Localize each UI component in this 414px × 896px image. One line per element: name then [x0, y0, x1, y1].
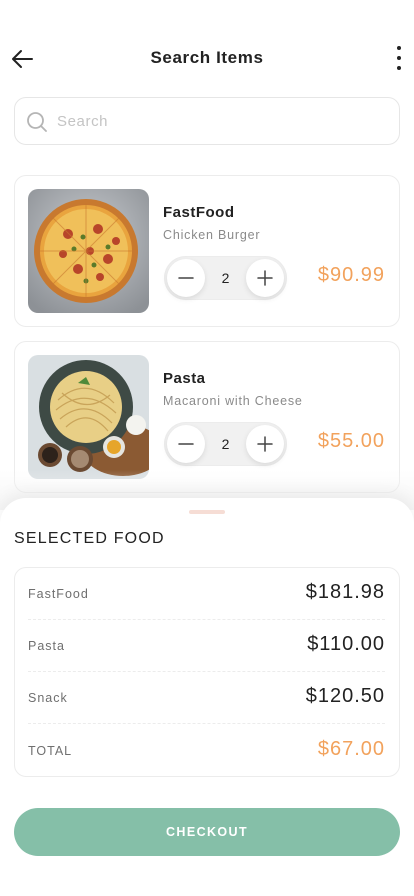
summary-total-row: TOTAL $67.00: [28, 725, 385, 777]
decrease-button[interactable]: [167, 425, 205, 463]
plus-icon: [257, 436, 273, 452]
search-icon: [27, 112, 47, 132]
item-price: $55.00: [317, 430, 385, 452]
item-price: $90.99: [317, 264, 385, 286]
pizza-image: [28, 189, 149, 313]
sheet-drag-handle[interactable]: [189, 510, 225, 514]
quantity-stepper: 2: [164, 422, 287, 466]
quantity-value: 2: [221, 270, 230, 286]
more-options-button[interactable]: [394, 46, 404, 70]
selected-food-sheet: SELECTED FOOD FastFood $181.98 Pasta $11…: [0, 498, 414, 896]
spaghetti-image: [28, 355, 149, 479]
decrease-button[interactable]: [167, 259, 205, 297]
plus-icon: [257, 270, 273, 286]
order-summary: FastFood $181.98 Pasta $110.00 Snack $12…: [14, 567, 400, 777]
item-description: Chicken Burger: [163, 228, 261, 242]
total-label: TOTAL: [28, 744, 73, 758]
quantity-stepper: 2: [164, 256, 287, 300]
total-value: $67.00: [317, 738, 385, 760]
dot-icon: [397, 66, 401, 70]
quantity-value: 2: [221, 436, 230, 452]
summary-value: $120.50: [305, 685, 385, 707]
dot-icon: [397, 56, 401, 60]
dot-icon: [397, 46, 401, 50]
page-title: Search Items: [150, 48, 264, 67]
item-name: Pasta: [163, 370, 206, 387]
search-input[interactable]: [57, 98, 387, 144]
checkout-button[interactable]: CHECKOUT: [14, 808, 400, 856]
increase-button[interactable]: [246, 425, 284, 463]
summary-value: $181.98: [305, 581, 385, 603]
food-card[interactable]: FastFood Chicken Burger 2 $90.99: [14, 175, 400, 327]
sheet-title: SELECTED FOOD: [14, 530, 165, 547]
summary-row: Pasta $110.00: [28, 620, 385, 672]
item-name: FastFood: [163, 204, 235, 221]
search-bar[interactable]: [14, 97, 400, 145]
minus-icon: [178, 443, 194, 445]
item-description: Macaroni with Cheese: [163, 394, 303, 408]
increase-button[interactable]: [246, 259, 284, 297]
summary-row: FastFood $181.98: [28, 568, 385, 620]
minus-icon: [178, 277, 194, 279]
summary-label: Snack: [28, 691, 68, 705]
summary-row: Snack $120.50: [28, 672, 385, 724]
summary-label: Pasta: [28, 639, 65, 653]
summary-label: FastFood: [28, 587, 89, 601]
summary-value: $110.00: [307, 633, 385, 655]
